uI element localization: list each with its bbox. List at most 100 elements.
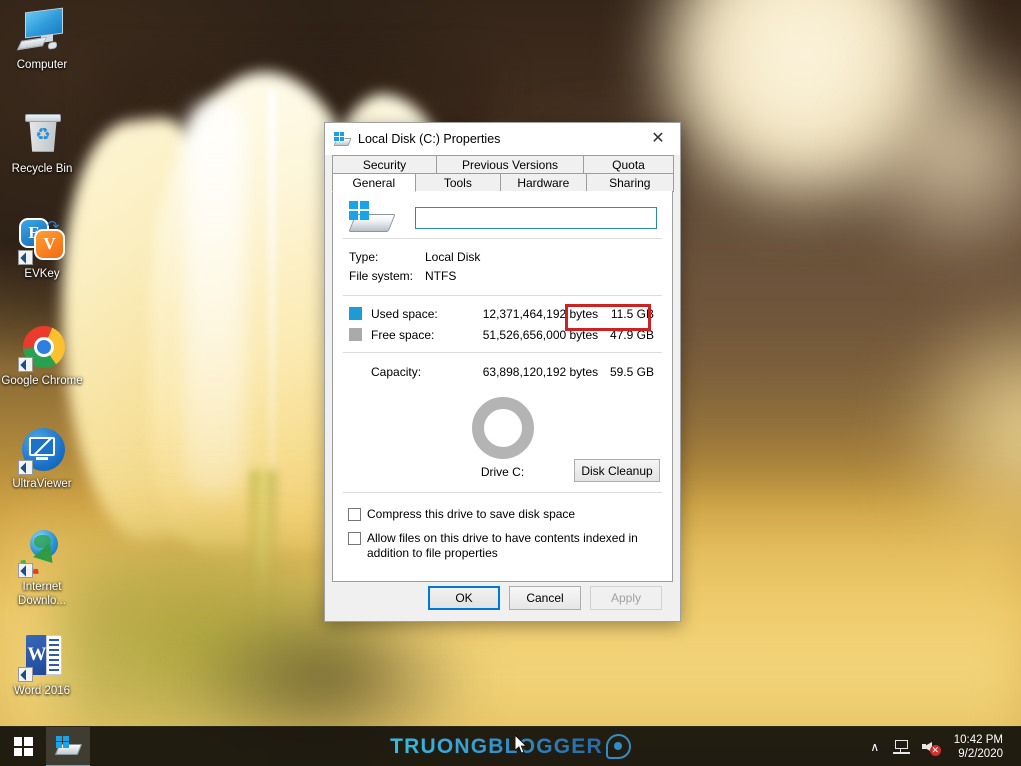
ultraviewer-icon <box>17 425 67 475</box>
tab-general[interactable]: General <box>332 173 416 192</box>
free-space-gb: 47.9 GB <box>609 327 654 342</box>
used-space-bytes: 12,371,464,192 bytes <box>482 306 599 321</box>
apply-button: Apply <box>590 586 662 610</box>
wallpaper-bokeh <box>880 300 1021 560</box>
disk-cleanup-button[interactable]: Disk Cleanup <box>574 459 660 482</box>
local-disk-icon <box>333 131 352 147</box>
idm-icon <box>17 528 67 578</box>
desktop-icon-label: Word 2016 <box>13 685 71 697</box>
desktop-icon-internet-download-manager[interactable]: Internet Downlo... <box>0 528 84 608</box>
watermark-text: TRUONGBLOGGER <box>390 734 603 758</box>
index-contents-checkbox-row[interactable]: Allow files on this drive to have conten… <box>345 531 660 561</box>
tab-hardware[interactable]: Hardware <box>500 173 587 192</box>
volume-label-row <box>345 191 660 238</box>
shortcut-overlay-icon <box>18 460 33 475</box>
desktop-icon-evkey[interactable]: E ↷ V EVKey <box>0 215 84 282</box>
system-tray[interactable]: ∧ ✕ 10:42 PM 9/2/2020 <box>863 727 1021 766</box>
free-space-swatch-icon <box>349 328 362 341</box>
speaker-glyph-icon: ✕ <box>921 739 941 756</box>
show-hidden-icons-chevron-up-icon[interactable]: ∧ <box>863 727 887 766</box>
desktop-icon-recycle-bin[interactable]: ♻ Recycle Bin <box>0 110 84 177</box>
volume-muted-icon[interactable]: ✕ <box>916 727 946 766</box>
desktop-icon-google-chrome[interactable]: Google Chrome <box>0 322 84 389</box>
window-title-bar[interactable]: Local Disk (C:) Properties ✕ <box>325 123 680 155</box>
drive-info-block: Type: Local Disk File system: NTFS <box>345 239 660 295</box>
desktop[interactable]: Computer ♻ Recycle Bin E ↷ V EVKey Googl… <box>0 0 1021 766</box>
info-value: NTFS <box>425 269 457 283</box>
ok-button[interactable]: OK <box>428 586 500 610</box>
network-glyph-icon <box>892 739 910 754</box>
tab-quota[interactable]: Quota <box>583 155 674 174</box>
local-disk-properties-window[interactable]: Local Disk (C:) Properties ✕ Security Pr… <box>324 122 681 622</box>
options-block: Compress this drive to save disk space A… <box>345 493 660 561</box>
desktop-icon-label: UltraViewer <box>12 478 72 490</box>
volume-label-input[interactable] <box>415 206 657 229</box>
general-tab-panel: Type: Local Disk File system: NTFS Used … <box>332 191 673 582</box>
used-space-swatch-icon <box>349 307 362 320</box>
cancel-button[interactable]: Cancel <box>509 586 581 610</box>
tab-strip[interactable]: Security Previous Versions Quota General… <box>325 155 680 192</box>
index-contents-checkbox[interactable] <box>348 532 361 545</box>
free-space-row: Free space: 51,526,656,000 bytes 47.9 GB <box>349 324 660 345</box>
desktop-icon-label: Google Chrome <box>1 375 83 387</box>
tab-sharing[interactable]: Sharing <box>585 173 675 192</box>
capacity-block: Capacity: 63,898,120,192 bytes 59.5 GB <box>345 353 660 388</box>
index-contents-label: Allow files on this drive to have conten… <box>367 531 638 560</box>
file-explorer-icon <box>54 735 83 756</box>
tulip-highlight <box>185 100 245 500</box>
free-space-label: Free space: <box>371 327 435 342</box>
dialog-button-row: OK Cancel Apply <box>325 575 680 621</box>
start-button[interactable] <box>0 727 46 766</box>
used-space-gb: 11.5 GB <box>610 306 654 321</box>
capacity-label: Capacity: <box>371 364 422 379</box>
space-usage-chart-area: Drive C: Disk Cleanup <box>345 388 660 492</box>
space-usage-block: Used space: 12,371,464,192 bytes 11.5 GB… <box>345 296 660 352</box>
desktop-icon-word-2016[interactable]: W Word 2016 <box>0 632 84 699</box>
drive-icon <box>348 200 396 235</box>
shortcut-overlay-icon <box>18 250 33 265</box>
tulip-stem <box>245 469 277 766</box>
free-space-bytes: 51,526,656,000 bytes <box>482 327 599 342</box>
wallpaper-bokeh <box>840 30 1021 270</box>
clock-time: 10:42 PM <box>953 733 1003 746</box>
compress-drive-label: Compress this drive to save disk space <box>367 507 576 521</box>
compress-drive-checkbox-row[interactable]: Compress this drive to save disk space <box>345 507 660 522</box>
taskbar[interactable]: TRUONGBLOGGER ∧ ✕ 10:42 PM 9/2/2020 <box>0 726 1021 766</box>
desktop-icon-computer[interactable]: Computer <box>0 6 84 73</box>
disk-usage-donut-chart <box>471 397 534 459</box>
chrome-icon <box>17 322 67 372</box>
tulip-crease <box>268 90 276 520</box>
tab-security[interactable]: Security <box>332 155 437 174</box>
info-key: File system: <box>349 269 414 283</box>
shortcut-overlay-icon <box>18 357 33 372</box>
evkey-icon: E ↷ V <box>17 215 67 265</box>
watermark-logo-icon <box>605 734 631 759</box>
clock[interactable]: 10:42 PM 9/2/2020 <box>946 733 1013 761</box>
tab-previous-versions[interactable]: Previous Versions <box>436 155 584 174</box>
capacity-bytes: 63,898,120,192 bytes <box>482 364 599 379</box>
close-icon[interactable]: ✕ <box>636 123 680 154</box>
taskbar-item-file-explorer[interactable] <box>46 726 90 766</box>
shortcut-overlay-icon <box>18 667 33 682</box>
used-space-row: Used space: 12,371,464,192 bytes 11.5 GB <box>349 303 660 324</box>
tab-tools[interactable]: Tools <box>414 173 502 192</box>
desktop-icon-label: Internet Downlo... <box>18 581 66 607</box>
info-key: Type: <box>349 250 379 264</box>
network-icon[interactable] <box>887 727 916 766</box>
info-value: Local Disk <box>425 250 481 264</box>
windows-logo-icon <box>13 737 33 756</box>
compress-drive-checkbox[interactable] <box>348 508 361 521</box>
drive-caption: Drive C: <box>480 465 525 479</box>
wallpaper-bokeh <box>640 0 970 220</box>
word-icon: W <box>17 632 67 682</box>
computer-icon <box>16 6 67 56</box>
desktop-icon-ultraviewer[interactable]: UltraViewer <box>0 425 84 492</box>
clock-date: 9/2/2020 <box>958 747 1003 760</box>
capacity-spacer <box>349 365 362 378</box>
window-title: Local Disk (C:) Properties <box>358 132 501 146</box>
recycle-bin-icon: ♻ <box>17 110 67 160</box>
capacity-gb: 59.5 GB <box>609 364 654 379</box>
desktop-icon-label: Computer <box>16 59 68 71</box>
shortcut-overlay-icon <box>18 563 33 578</box>
used-space-label: Used space: <box>371 306 438 321</box>
